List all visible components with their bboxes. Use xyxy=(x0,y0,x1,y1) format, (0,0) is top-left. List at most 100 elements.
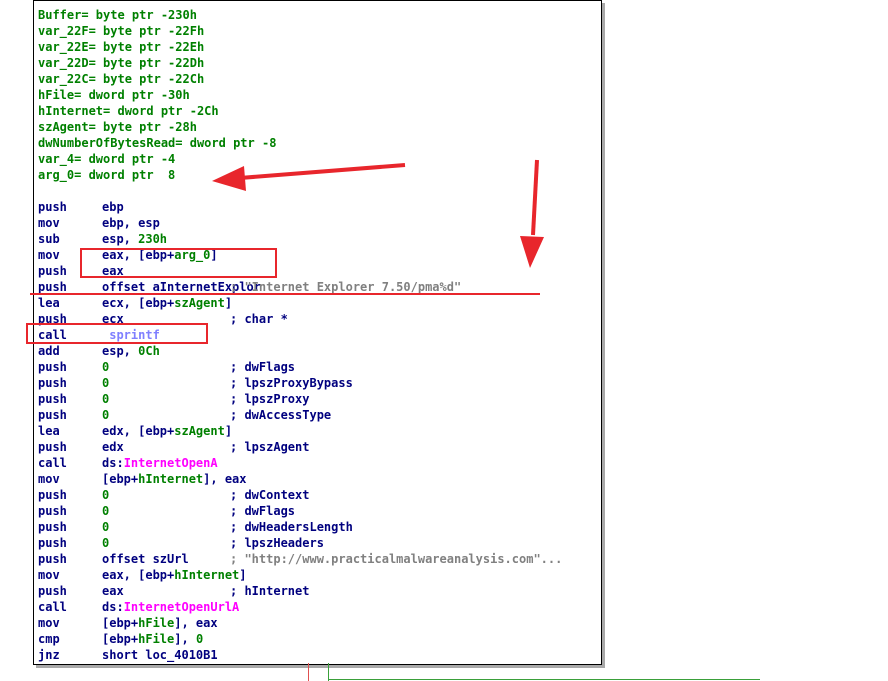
operand-part: offset szUrl xyxy=(102,552,189,566)
comment: ; "http://www.practicalmalwareanalysis.c… xyxy=(230,552,562,566)
code-line: lea ecx, [ebp+szAgent] xyxy=(38,295,562,311)
comment: ; "Internet Explorer 7.50/pma%d" xyxy=(230,280,461,294)
code-line: mov eax, [ebp+hInternet] xyxy=(38,567,562,583)
comment-part: ; lpszAgent xyxy=(230,440,310,454)
annotation-underline-useragent xyxy=(30,293,540,295)
operand: 0 xyxy=(102,503,230,519)
comment-part: ; dwContext xyxy=(230,488,310,502)
var-line: Buffer= byte ptr -230h xyxy=(38,7,562,23)
comment-part: ; xyxy=(230,280,245,294)
code-line: push 0 ; dwFlags xyxy=(38,359,562,375)
var-line: var_22E= byte ptr -22Eh xyxy=(38,39,562,55)
operand-part: ], eax xyxy=(174,616,218,630)
comment-part: ; dwHeadersLength xyxy=(230,520,353,534)
operand-part: ] xyxy=(224,424,233,438)
operand: [ebp+hFile], eax xyxy=(102,616,218,630)
graph-edge-horizontal xyxy=(328,679,760,680)
operand-part: 0 xyxy=(102,392,110,406)
operand-part: 0 xyxy=(102,360,110,374)
code-line: add esp, 0Ch xyxy=(38,343,562,359)
operand: 0 xyxy=(102,375,230,391)
comment: ; lpszHeaders xyxy=(230,536,324,550)
operand-part: ], xyxy=(174,632,196,646)
code-line: push 0 ; lpszHeaders xyxy=(38,535,562,551)
mnemonic: push xyxy=(38,376,67,390)
var-name: var_22E xyxy=(38,40,89,54)
operand-part: ebp, esp xyxy=(102,216,160,230)
var-name: arg_0 xyxy=(38,168,75,182)
code-line: mov [ebp+hInternet], eax xyxy=(38,471,562,487)
var-definition: = dword ptr -30h xyxy=(74,88,190,102)
operand: short loc_4010B1 xyxy=(102,648,218,662)
operand-part: hInternet xyxy=(174,568,240,582)
operand: eax, [ebp+hInternet] xyxy=(102,568,247,582)
operand: 0 xyxy=(102,407,230,423)
operand-part: esp, xyxy=(102,232,139,246)
operand: 0 xyxy=(102,535,230,551)
operand-part: 0Ch xyxy=(138,344,160,358)
comment: ; dwAccessType xyxy=(230,408,331,422)
operand-part: ebp xyxy=(102,200,124,214)
var-definition: = dword ptr -4 xyxy=(74,152,176,166)
operand-part: esp, xyxy=(102,344,139,358)
code-line: push eax ; hInternet xyxy=(38,583,562,599)
mnemonic: add xyxy=(38,344,60,358)
var-definition: = byte ptr -230h xyxy=(81,8,197,22)
operand-part: [ebp+ xyxy=(102,616,139,630)
operand: ds:InternetOpenA xyxy=(102,456,218,470)
operand-part: 0 xyxy=(102,376,110,390)
mnemonic: push xyxy=(38,200,67,214)
mnemonic: cmp xyxy=(38,632,60,646)
code-line: sub esp, 230h xyxy=(38,231,562,247)
operand: esp, 0Ch xyxy=(102,344,160,358)
comment: ; dwFlags xyxy=(230,360,295,374)
var-line: hFile= dword ptr -30h xyxy=(38,87,562,103)
var-name: dwNumberOfBytesRead xyxy=(38,136,176,150)
var-definition: = byte ptr -22Ch xyxy=(88,72,205,86)
operand-part: hFile xyxy=(138,632,175,646)
var-line: var_4= dword ptr -4 xyxy=(38,151,562,167)
operand-part: szAgent xyxy=(174,296,225,310)
comment-part: "Internet Explorer 7.50/pma%d" xyxy=(244,280,462,294)
operand-part: ecx, [ebp+ xyxy=(102,296,175,310)
var-line: dwNumberOfBytesRead= dword ptr -8 xyxy=(38,135,562,151)
var-line: szAgent= byte ptr -28h xyxy=(38,119,562,135)
comment-part: ; dwAccessType xyxy=(230,408,332,422)
mnemonic: push xyxy=(38,552,67,566)
mnemonic: jnz xyxy=(38,648,60,662)
var-name: var_22F xyxy=(38,24,89,38)
var-line: hInternet= dword ptr -2Ch xyxy=(38,103,562,119)
operand: 0 xyxy=(102,519,230,535)
operand-part: 0 xyxy=(102,408,110,422)
comment-part: ; lpszHeaders xyxy=(230,536,324,550)
mnemonic: push xyxy=(38,392,67,406)
mnemonic: sub xyxy=(38,232,60,246)
var-definition: = dword ptr 8 xyxy=(74,168,176,182)
var-definition: = dword ptr -8 xyxy=(175,136,277,150)
code-line: push 0 ; dwContext xyxy=(38,487,562,503)
operand: 0 xyxy=(102,359,230,375)
operand: edx xyxy=(102,439,230,455)
comment-part: ; lpszProxyBypass xyxy=(230,376,353,390)
mnemonic: push xyxy=(38,360,67,374)
operand-part: ], eax xyxy=(203,472,247,486)
operand: offset szUrl xyxy=(102,551,230,567)
operand-part: InternetOpenUrlA xyxy=(123,600,240,614)
operand-part: hFile xyxy=(138,616,175,630)
operand-part: [ebp+ xyxy=(102,632,139,646)
var-name: hInternet xyxy=(38,104,104,118)
var-name: Buffer xyxy=(38,8,82,22)
operand: [ebp+hInternet], eax xyxy=(102,472,247,486)
operand: 0 xyxy=(102,391,230,407)
mnemonic: push xyxy=(38,440,67,454)
code-line: mov [ebp+hFile], eax xyxy=(38,615,562,631)
code-line: push 0 ; dwAccessType xyxy=(38,407,562,423)
operand-part: ds: xyxy=(102,456,124,470)
var-line: var_22D= byte ptr -22Dh xyxy=(38,55,562,71)
mnemonic: push xyxy=(38,584,67,598)
operand: ds:InternetOpenUrlA xyxy=(102,600,239,614)
code-line: push edx ; lpszAgent xyxy=(38,439,562,455)
code-line: push 0 ; lpszProxy xyxy=(38,391,562,407)
operand-part: short loc_4010B1 xyxy=(102,648,218,662)
